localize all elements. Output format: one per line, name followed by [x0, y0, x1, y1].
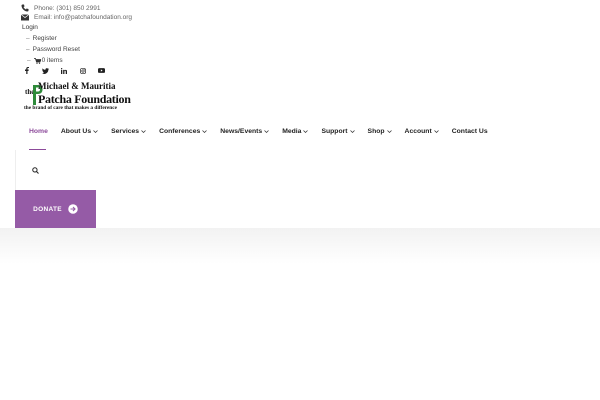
logo-tagline: the brand of care that makes a differenc… — [24, 105, 117, 111]
nav-item-about-us[interactable]: About Us — [61, 128, 98, 135]
phone-text: Phone: (301) 850 2991 — [34, 4, 101, 12]
chevron-down-icon — [141, 129, 146, 134]
chevron-down-icon — [386, 129, 392, 134]
nav-item-services[interactable]: Services — [111, 128, 146, 135]
active-nav-indicator — [29, 149, 46, 150]
envelope-icon — [21, 13, 30, 21]
register-link[interactable]: – Register — [26, 35, 57, 42]
search-button[interactable] — [30, 165, 40, 175]
email-text: Email: info@patchafoundation.org — [34, 13, 133, 21]
email-contact[interactable]: Email: info@patchafoundation.org — [21, 13, 132, 21]
cart-count: 0 items — [41, 57, 63, 64]
nav-item-account[interactable]: Account — [405, 128, 439, 135]
login-link[interactable]: Login — [22, 24, 38, 31]
youtube-icon[interactable] — [92, 66, 111, 75]
search-icon — [31, 161, 39, 179]
twitter-icon[interactable] — [37, 66, 56, 75]
chevron-down-icon — [303, 129, 309, 134]
top-bar: Phone: (301) 850 2991 Email: info@patcha… — [0, 0, 600, 80]
chevron-down-icon — [202, 129, 208, 134]
chevron-down-icon — [264, 129, 269, 134]
main-nav: Home About Us Services Conferences News/… — [29, 126, 501, 136]
nav-item-news-events[interactable]: News/Events — [220, 128, 269, 135]
chevron-down-icon — [433, 129, 439, 134]
chevron-down-icon — [93, 129, 98, 134]
nav-item-conferences[interactable]: Conferences — [159, 128, 208, 135]
cart-link[interactable]: – 0 items — [27, 57, 63, 64]
nav-item-contact-us[interactable]: Contact Us — [452, 128, 488, 135]
nav-item-media[interactable]: Media — [282, 128, 309, 135]
logo-line1: Michael & Mauritia — [38, 81, 116, 91]
content-separator — [0, 228, 600, 264]
arrow-circle-right-icon — [68, 204, 78, 214]
nav-item-support[interactable]: Support — [321, 128, 355, 135]
nav-item-shop[interactable]: Shop — [368, 128, 392, 135]
linkedin-icon[interactable] — [55, 66, 74, 75]
divider — [15, 150, 16, 190]
cart-icon — [33, 57, 41, 64]
instagram-icon[interactable] — [74, 66, 93, 75]
nav-item-home[interactable]: Home — [29, 128, 48, 135]
facebook-icon[interactable] — [18, 66, 37, 75]
chevron-down-icon — [349, 129, 355, 134]
social-links — [18, 66, 111, 75]
password-reset-link[interactable]: – Password Reset — [26, 46, 80, 53]
phone-contact[interactable]: Phone: (301) 850 2991 — [21, 4, 101, 12]
phone-icon — [21, 4, 30, 12]
site-logo[interactable]: the Michael & Mauritia Patcha Foundation… — [22, 81, 131, 113]
donate-button[interactable]: DONATE — [15, 190, 96, 228]
donate-label: DONATE — [33, 205, 62, 213]
